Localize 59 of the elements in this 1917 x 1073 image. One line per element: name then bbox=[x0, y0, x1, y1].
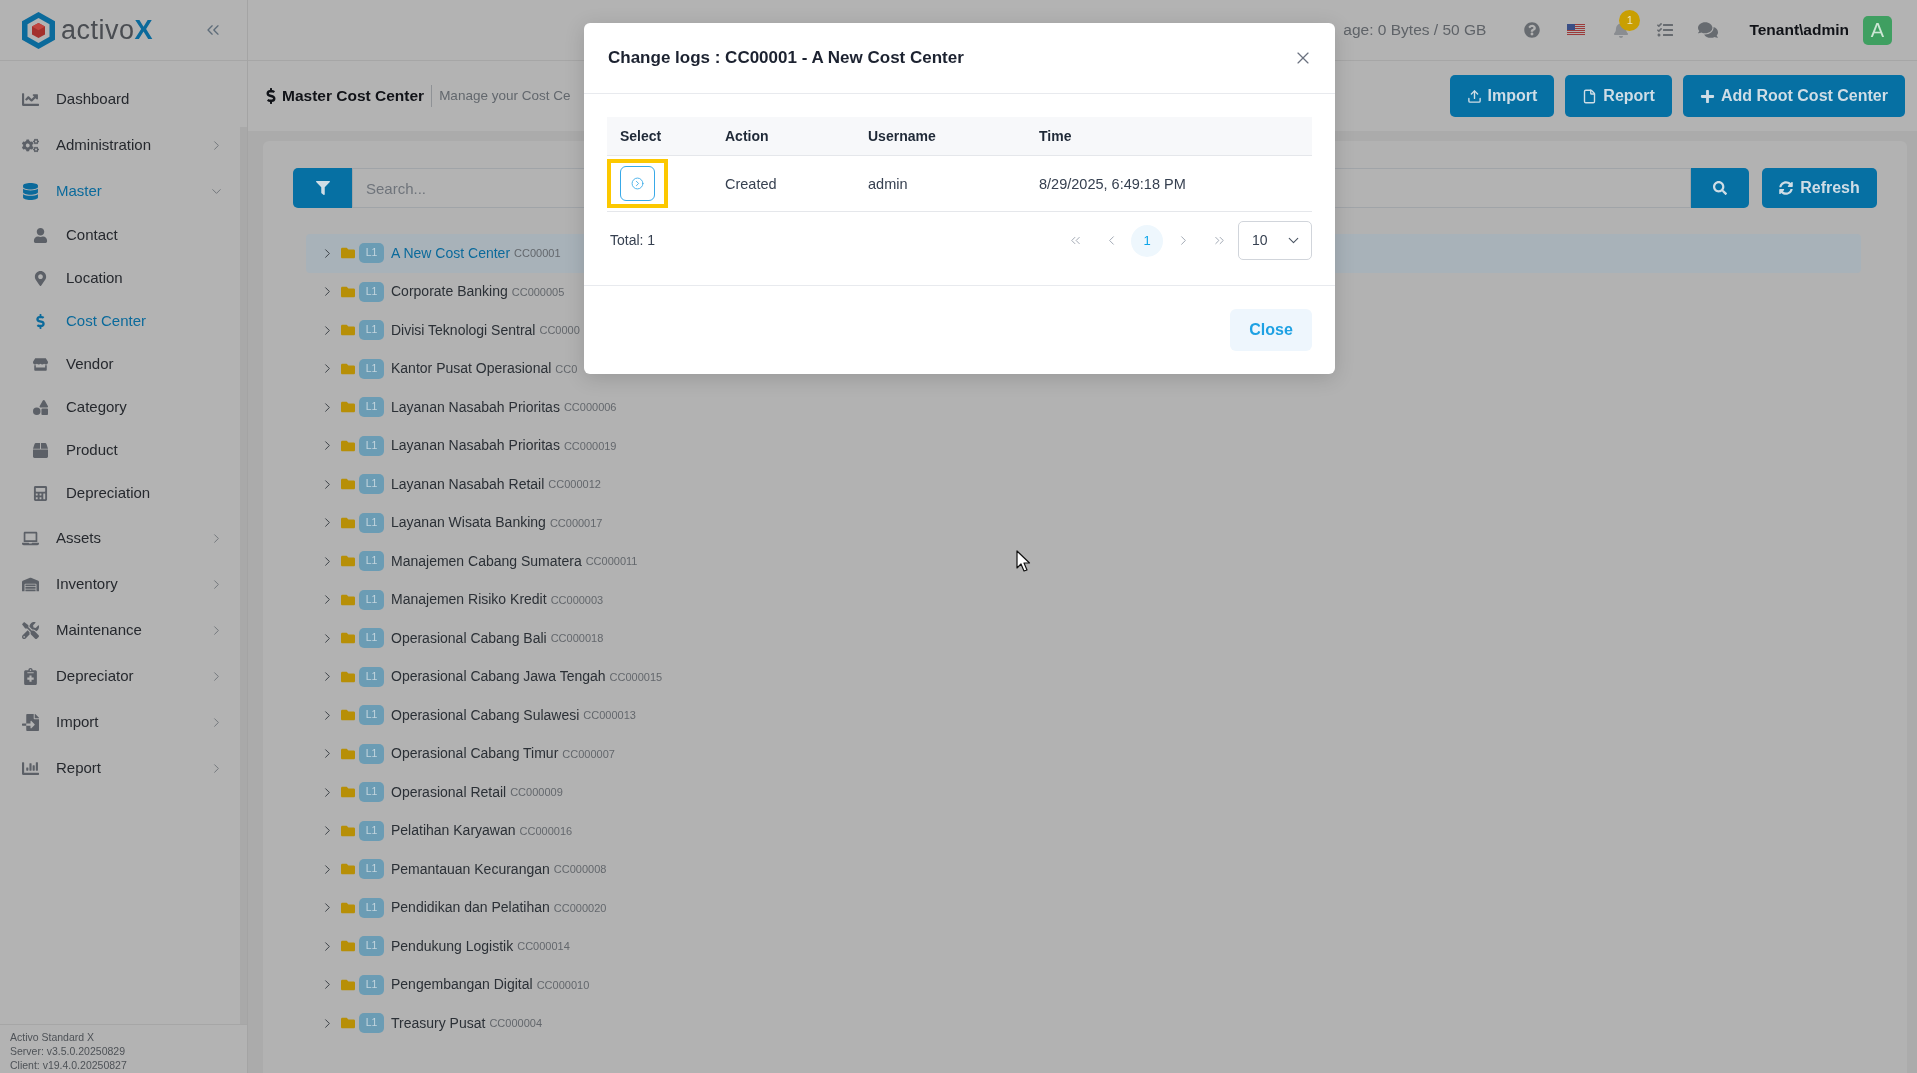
table-cell: 8/29/2025, 6:49:18 PM bbox=[1039, 175, 1186, 192]
tree-item-code: CC000011 bbox=[585, 554, 638, 569]
level-badge: L1 bbox=[359, 551, 384, 572]
tree-item-code: CC0000 bbox=[539, 323, 580, 338]
tree-item-code: CC000004 bbox=[489, 1016, 542, 1031]
level-badge: L1 bbox=[359, 589, 384, 610]
level-badge: L1 bbox=[359, 512, 384, 533]
version-text: Client: v19.4.0.20250827 bbox=[10, 1058, 128, 1072]
tree-item-code: CC000019 bbox=[563, 438, 617, 454]
level-badge: L1 bbox=[359, 358, 384, 379]
total-count: Total: 1 bbox=[609, 231, 656, 250]
column-header: Select bbox=[620, 126, 662, 146]
tree-item-code: CC000016 bbox=[519, 823, 573, 839]
tree-item-code: CC000013 bbox=[583, 708, 636, 723]
table-cell: admin bbox=[868, 175, 908, 192]
level-badge: L1 bbox=[359, 243, 384, 264]
tree-item-code: CC0 bbox=[555, 361, 578, 377]
tree-item-code: CC000014 bbox=[517, 939, 570, 954]
tree-item-code: CC000010 bbox=[536, 977, 590, 993]
column-header: Action bbox=[725, 126, 769, 146]
tree-item-code: CC00001 bbox=[514, 246, 561, 261]
tree-item-code: CC000006 bbox=[563, 400, 617, 415]
level-badge: L1 bbox=[359, 897, 384, 918]
tree-item-code: CC000018 bbox=[550, 631, 604, 646]
level-badge: L1 bbox=[359, 743, 384, 764]
dialog-title: Change logs : CC00001 - A New Cost Center bbox=[608, 47, 964, 70]
level-badge: L1 bbox=[359, 435, 384, 456]
column-header: Username bbox=[868, 126, 936, 146]
level-badge: L1 bbox=[359, 320, 384, 341]
storage-text: age: 0 Bytes / 50 GB bbox=[1343, 20, 1487, 41]
level-badge: L1 bbox=[359, 281, 384, 302]
tree-item-code: CC000007 bbox=[562, 746, 615, 762]
tree-item-code: CC000020 bbox=[553, 900, 607, 916]
page-subtitle: Manage your Cost Ce bbox=[439, 86, 571, 105]
column-header: Time bbox=[1039, 126, 1072, 146]
tree-item-code: CC000008 bbox=[553, 862, 607, 877]
tree-item-code: CC000005 bbox=[511, 284, 565, 300]
level-badge: L1 bbox=[359, 782, 384, 803]
tree-item-code: CC000017 bbox=[549, 515, 603, 531]
level-badge: L1 bbox=[359, 705, 384, 726]
tree-item-code: CC000009 bbox=[510, 785, 563, 800]
tree-item-code: CC000015 bbox=[609, 669, 663, 685]
level-badge: L1 bbox=[359, 974, 384, 995]
tree-item-code: CC000012 bbox=[548, 477, 601, 492]
table-cell: Created bbox=[725, 175, 777, 192]
level-badge: L1 bbox=[359, 474, 384, 495]
level-badge: L1 bbox=[359, 397, 384, 418]
logo-text: activoX bbox=[61, 13, 154, 47]
level-badge: L1 bbox=[359, 666, 384, 687]
notification-badge: 1 bbox=[1619, 10, 1641, 31]
page-title: Master Cost Center bbox=[282, 86, 425, 107]
level-badge: L1 bbox=[359, 936, 384, 957]
version-text: Server: v3.5.0.20250829 bbox=[10, 1044, 126, 1058]
level-badge: L1 bbox=[359, 628, 384, 649]
version-text: Activo Standard X bbox=[10, 1030, 96, 1044]
level-badge: L1 bbox=[359, 859, 384, 880]
tree-item-code: CC000003 bbox=[550, 592, 604, 608]
level-badge: L1 bbox=[359, 1013, 384, 1034]
level-badge: L1 bbox=[359, 820, 384, 841]
